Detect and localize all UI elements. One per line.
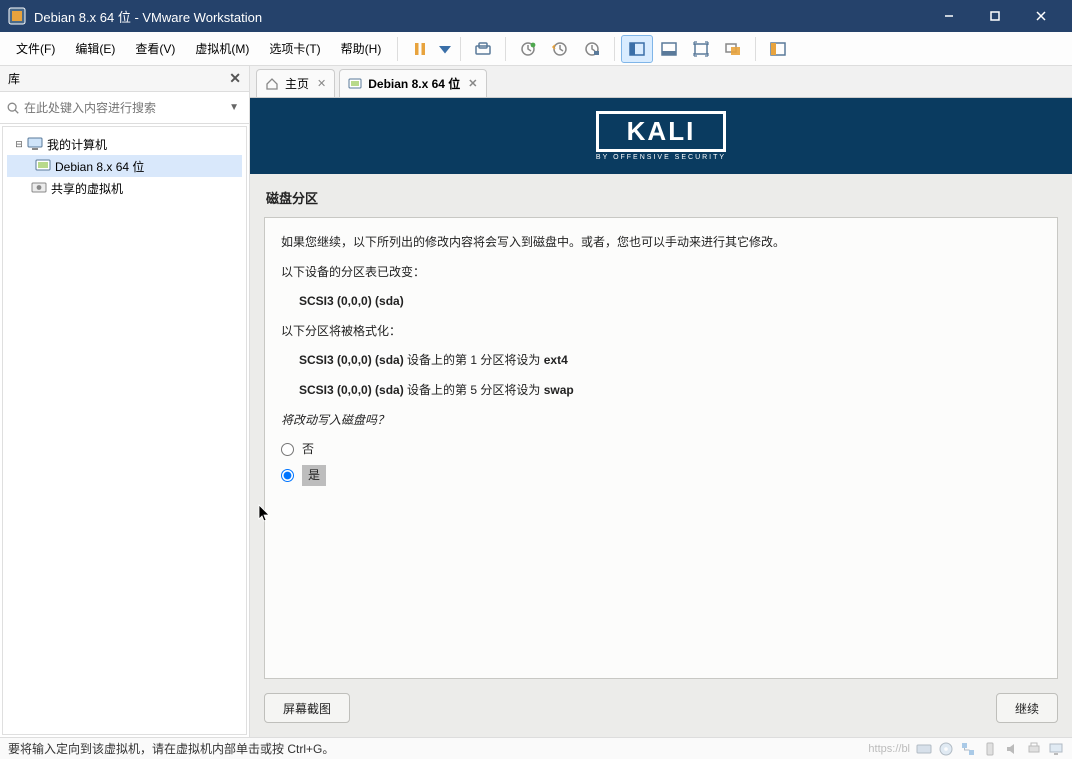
tree-root-my-computer[interactable]: ⊟ 我的计算机 — [7, 133, 242, 155]
shared-icon — [31, 181, 47, 195]
watermark: https://bl — [868, 743, 910, 755]
radio-no-row[interactable]: 否 — [281, 439, 1041, 461]
library-tree: ⊟ 我的计算机 Debian 8.x 64 位 共享的虚拟机 — [2, 126, 247, 735]
pause-button[interactable] — [404, 35, 436, 63]
vm-icon — [35, 159, 51, 173]
screenshot-button[interactable]: 屏幕截图 — [264, 693, 350, 723]
sidebar-title: 库 — [8, 70, 20, 87]
content-area: 主页 ✕ Debian 8.x 64 位 ✕ KALI BY OFFENSIVE… — [250, 66, 1072, 737]
radio-no-label[interactable]: 否 — [302, 439, 314, 461]
section-title: 磁盘分区 — [264, 182, 1058, 217]
kali-subtitle: BY OFFENSIVE SECURITY — [596, 154, 726, 161]
kali-banner: KALI BY OFFENSIVE SECURITY — [250, 98, 1072, 174]
disk-icon[interactable] — [916, 741, 932, 757]
computer-icon — [27, 137, 43, 151]
radio-yes[interactable] — [281, 469, 294, 482]
window-title: Debian 8.x 64 位 - VMware Workstation — [34, 7, 926, 26]
home-icon — [265, 77, 279, 91]
vm-icon — [348, 77, 362, 91]
separator — [755, 37, 756, 61]
radio-no[interactable] — [281, 443, 294, 456]
tree-label: 我的计算机 — [47, 136, 107, 153]
view-thumbnail-button[interactable] — [653, 35, 685, 63]
question-text: 将改动写入磁盘吗？ — [281, 410, 1041, 432]
tab-label: 主页 — [285, 75, 309, 92]
tab-close-icon[interactable]: ✕ — [317, 77, 326, 90]
radio-yes-label[interactable]: 是 — [302, 465, 326, 487]
menubar: 文件(F) 编辑(E) 查看(V) 虚拟机(M) 选项卡(T) 帮助(H) — [0, 32, 1072, 66]
search-icon — [6, 101, 20, 115]
close-button[interactable] — [1018, 0, 1064, 32]
separator — [614, 37, 615, 61]
search-wrap: ▼ — [0, 92, 249, 124]
format-item-1: SCSI3 (0,0,0) (sda) 设备上的第 1 分区将设为 ext4 — [281, 350, 1041, 372]
menu-view[interactable]: 查看(V) — [125, 36, 185, 61]
separator — [505, 37, 506, 61]
app-icon — [8, 7, 26, 25]
maximize-button[interactable] — [972, 0, 1018, 32]
kali-title: KALI — [609, 116, 713, 147]
footer-buttons: 屏幕截图 继续 — [264, 693, 1058, 723]
minimize-button[interactable] — [926, 0, 972, 32]
tab-label: Debian 8.x 64 位 — [368, 75, 460, 92]
menu-tabs[interactable]: 选项卡(T) — [259, 36, 330, 61]
cd-icon[interactable] — [938, 741, 954, 757]
separator — [397, 37, 398, 61]
menu-edit[interactable]: 编辑(E) — [65, 36, 125, 61]
sidebar: 库 ✕ ▼ ⊟ 我的计算机 Debian 8.x 64 位 共享的虚拟机 — [0, 66, 250, 737]
sidebar-header: 库 ✕ — [0, 66, 249, 92]
intro-text: 如果您继续，以下所列出的修改内容将会写入到磁盘中。或者，您也可以手动来进行其它修… — [281, 232, 1041, 254]
view-console-button[interactable] — [621, 35, 653, 63]
tree-shared-vms[interactable]: 共享的虚拟机 — [7, 177, 242, 199]
tree-label: 共享的虚拟机 — [51, 180, 123, 197]
continue-button[interactable]: 继续 — [996, 693, 1058, 723]
kali-logo: KALI — [596, 111, 726, 152]
format-item-2: SCSI3 (0,0,0) (sda) 设备上的第 5 分区将设为 swap — [281, 380, 1041, 402]
sound-icon[interactable] — [1004, 741, 1020, 757]
snapshot-take-button[interactable] — [512, 35, 544, 63]
system-tray: https://bl — [868, 741, 1064, 757]
tree-label: Debian 8.x 64 位 — [55, 158, 144, 175]
tab-vm-debian[interactable]: Debian 8.x 64 位 ✕ — [339, 69, 486, 97]
search-dropdown-icon[interactable]: ▼ — [225, 102, 243, 113]
network-icon[interactable] — [960, 741, 976, 757]
printer-icon[interactable] — [1026, 741, 1042, 757]
separator — [460, 37, 461, 61]
fullscreen-button[interactable] — [685, 35, 717, 63]
tree-vm-debian[interactable]: Debian 8.x 64 位 — [7, 155, 242, 177]
menu-vm[interactable]: 虚拟机(M) — [185, 36, 259, 61]
snapshot-manager-button[interactable] — [576, 35, 608, 63]
titlebar: Debian 8.x 64 位 - VMware Workstation — [0, 0, 1072, 32]
statusbar: 要将输入定向到该虚拟机，请在虚拟机内部单击或按 Ctrl+G。 https://… — [0, 737, 1072, 759]
send-ctrl-alt-del-button[interactable] — [467, 35, 499, 63]
format-label: 以下分区将被格式化： — [281, 321, 1041, 343]
usb-icon[interactable] — [982, 741, 998, 757]
changed-label: 以下设备的分区表已改变： — [281, 262, 1041, 284]
installer-panel: 磁盘分区 如果您继续，以下所列出的修改内容将会写入到磁盘中。或者，您也可以手动来… — [250, 174, 1072, 737]
menu-file[interactable]: 文件(F) — [6, 36, 65, 61]
unity-button[interactable] — [717, 35, 749, 63]
tabbar: 主页 ✕ Debian 8.x 64 位 ✕ — [250, 66, 1072, 98]
tab-close-icon[interactable]: ✕ — [468, 77, 477, 90]
snapshot-revert-button[interactable] — [544, 35, 576, 63]
display-icon[interactable] — [1048, 741, 1064, 757]
sidebar-close-icon[interactable]: ✕ — [229, 70, 241, 87]
collapse-icon[interactable]: ⊟ — [13, 138, 25, 150]
search-input[interactable] — [24, 94, 225, 122]
partition-summary: 如果您继续，以下所列出的修改内容将会写入到磁盘中。或者，您也可以手动来进行其它修… — [264, 217, 1058, 679]
power-dropdown[interactable] — [436, 35, 454, 63]
expand-icon[interactable] — [17, 182, 29, 194]
menu-help[interactable]: 帮助(H) — [331, 36, 392, 61]
tab-home[interactable]: 主页 ✕ — [256, 69, 335, 97]
library-toggle-button[interactable] — [762, 35, 794, 63]
radio-yes-row[interactable]: 是 — [281, 465, 1041, 487]
status-text: 要将输入定向到该虚拟机，请在虚拟机内部单击或按 Ctrl+G。 — [8, 740, 334, 757]
changed-item: SCSI3 (0,0,0) (sda) — [281, 291, 1041, 313]
